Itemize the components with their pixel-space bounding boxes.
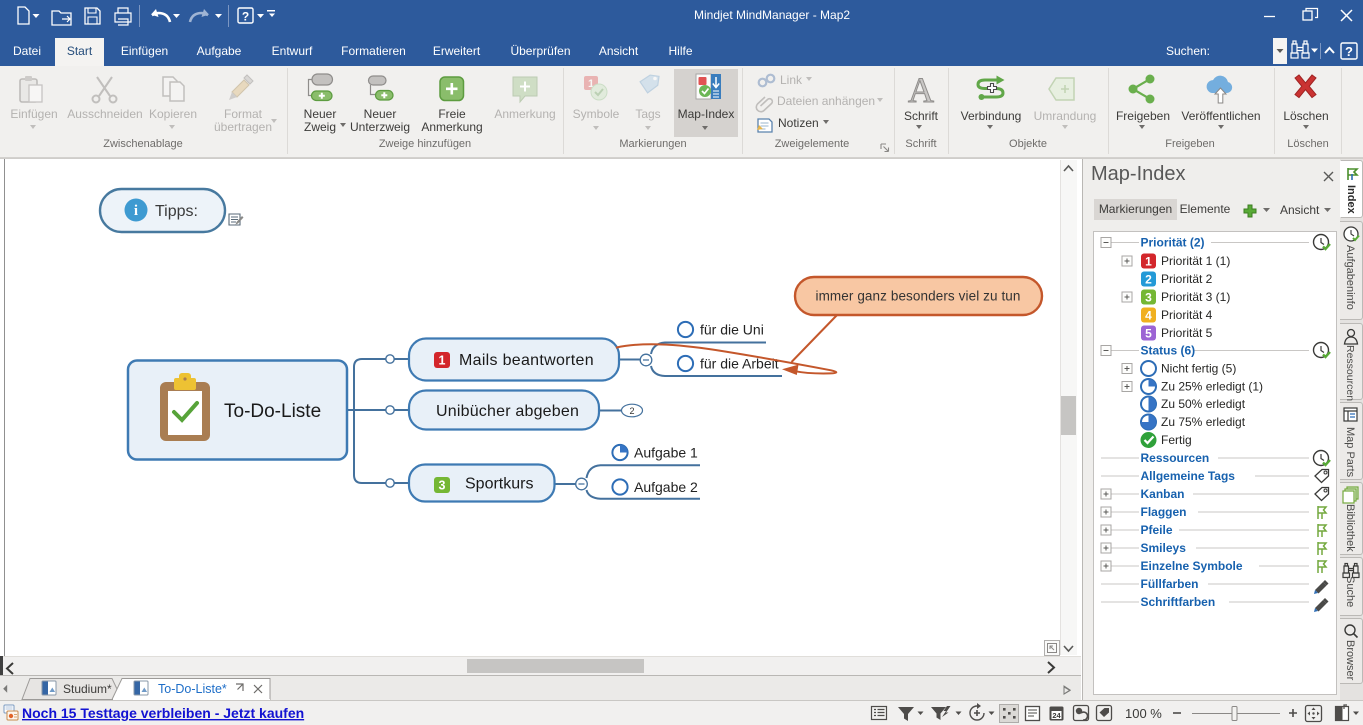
svg-text:Kanban: Kanban bbox=[1141, 487, 1185, 501]
svg-text:Einzelne Symbole: Einzelne Symbole bbox=[1141, 559, 1243, 573]
svg-text:2: 2 bbox=[629, 406, 634, 416]
svg-text:Sportkurs: Sportkurs bbox=[465, 476, 533, 493]
svg-text:To-Do-Liste: To-Do-Liste bbox=[224, 401, 321, 422]
svg-text:Unibücher abgeben: Unibücher abgeben bbox=[436, 403, 579, 420]
svg-text:Zu 75% erledigt: Zu 75% erledigt bbox=[1161, 415, 1246, 429]
svg-text:i: i bbox=[134, 203, 138, 219]
svg-text:Priorität 5: Priorität 5 bbox=[1161, 326, 1213, 340]
svg-text:Priorität (2): Priorität (2) bbox=[1141, 236, 1205, 250]
svg-text:Priorität 2: Priorität 2 bbox=[1161, 272, 1213, 286]
svg-text:Priorität 3 (1): Priorität 3 (1) bbox=[1161, 290, 1230, 304]
svg-text:Pfeile: Pfeile bbox=[1141, 523, 1173, 537]
svg-text:Aufgabe 2: Aufgabe 2 bbox=[634, 479, 698, 495]
svg-text:Noch 15 Testtage verbleiben -: Noch 15 Testtage verbleiben - Jetzt kauf… bbox=[22, 705, 304, 721]
svg-text:100 %: 100 % bbox=[1125, 706, 1162, 721]
svg-text:Ressourcen: Ressourcen bbox=[1141, 451, 1210, 465]
svg-text:To-Do-Liste*: To-Do-Liste* bbox=[158, 682, 227, 696]
svg-text:Smileys: Smileys bbox=[1141, 541, 1187, 555]
svg-text:?: ? bbox=[1345, 44, 1353, 59]
svg-text:5: 5 bbox=[1145, 326, 1152, 340]
svg-text:Zu 25% erledigt (1): Zu 25% erledigt (1) bbox=[1161, 380, 1263, 394]
svg-text:Mails beantworten: Mails beantworten bbox=[459, 352, 594, 369]
svg-text:Priorität 1 (1): Priorität 1 (1) bbox=[1161, 254, 1230, 268]
svg-text:Studium*: Studium* bbox=[63, 682, 112, 696]
svg-text:Allgemeine Tags: Allgemeine Tags bbox=[1141, 469, 1236, 483]
svg-text:4: 4 bbox=[1145, 308, 1152, 322]
svg-text:Schriftfarben: Schriftfarben bbox=[1141, 595, 1216, 609]
svg-text:?: ? bbox=[242, 10, 249, 24]
svg-text:Tipps:: Tipps: bbox=[155, 203, 198, 220]
svg-text:Füllfarben: Füllfarben bbox=[1141, 577, 1199, 591]
svg-text:Aufgabe 1: Aufgabe 1 bbox=[634, 445, 698, 461]
svg-text:Status (6): Status (6) bbox=[1141, 344, 1196, 358]
svg-text:3: 3 bbox=[1145, 290, 1152, 304]
svg-text:3: 3 bbox=[439, 479, 446, 493]
svg-text:Nicht fertig (5): Nicht fertig (5) bbox=[1161, 362, 1236, 376]
svg-text:2: 2 bbox=[1145, 272, 1152, 286]
svg-text:immer ganz besonders viel zu t: immer ganz besonders viel zu tun bbox=[815, 289, 1020, 304]
svg-text:Flaggen: Flaggen bbox=[1141, 505, 1187, 519]
svg-text:Fertig: Fertig bbox=[1161, 433, 1192, 447]
svg-text:1: 1 bbox=[439, 354, 446, 368]
svg-text:für die Uni: für die Uni bbox=[700, 322, 764, 338]
svg-text:A: A bbox=[908, 70, 934, 110]
svg-text:1: 1 bbox=[1145, 254, 1152, 268]
svg-text:24: 24 bbox=[1052, 711, 1061, 720]
svg-text:Priorität 4: Priorität 4 bbox=[1161, 308, 1213, 322]
svg-text:Zu 50% erledigt: Zu 50% erledigt bbox=[1161, 397, 1246, 411]
